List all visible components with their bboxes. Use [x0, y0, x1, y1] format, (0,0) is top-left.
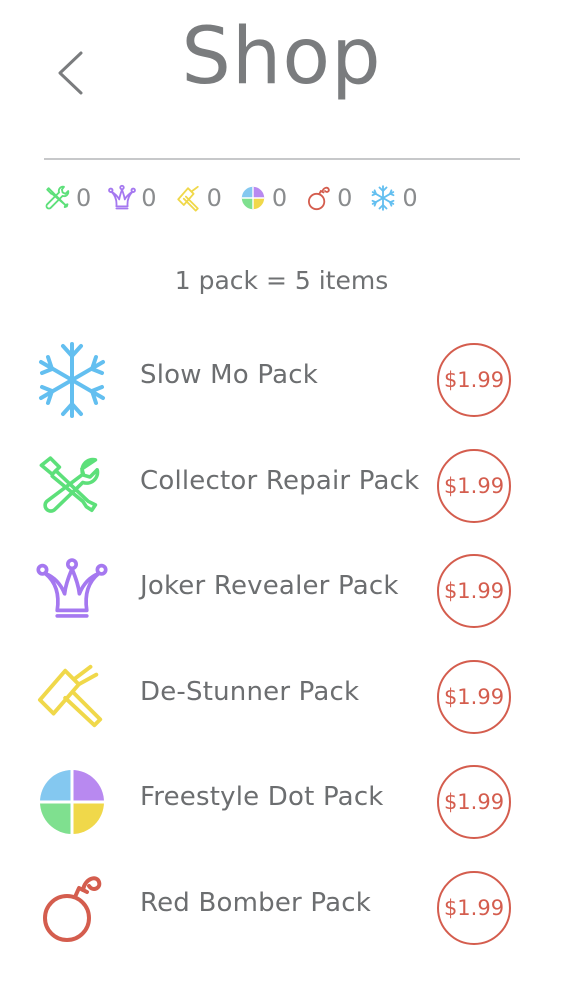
inventory-count: 0 — [402, 184, 418, 212]
pack-row-freestyle-dot: Freestyle Dot Pack $1.99 — [0, 752, 563, 858]
snowflake-icon — [36, 340, 108, 420]
pack-row-de-stunner: De-Stunner Pack $1.99 — [0, 647, 563, 753]
inventory-item-freestyle: 0 — [238, 183, 287, 213]
buy-freestyle-dot-button[interactable]: $1.99 — [437, 765, 511, 839]
buy-red-bomber-button[interactable]: $1.99 — [437, 870, 511, 945]
inventory-item-slowmo: 0 — [368, 183, 418, 213]
wrench-screwdriver-icon — [36, 446, 108, 526]
inventory-item-destunner: 0 — [173, 183, 222, 213]
pack-list: Slow Mo Pack $1.99 Collector Repair Pack… — [0, 330, 563, 963]
hammer-icon — [173, 183, 203, 213]
pack-name: Joker Revealer Pack — [140, 571, 399, 601]
inventory-count: 0 — [206, 184, 222, 212]
buy-collector-repair-button[interactable]: $1.99 — [437, 448, 511, 523]
pack-row-joker-revealer: Joker Revealer Pack $1.99 — [0, 541, 563, 647]
inventory-item-bomber: 0 — [303, 183, 352, 213]
wrench-screwdriver-icon — [42, 183, 72, 213]
page-title: Shop — [181, 12, 382, 102]
pack-name: De-Stunner Pack — [140, 676, 360, 707]
pack-name: Freestyle Dot Pack — [140, 782, 384, 812]
pack-note: 1 pack = 5 items — [174, 266, 389, 295]
color-dot-icon — [238, 183, 268, 213]
bomb-icon — [36, 868, 108, 948]
jester-hat-icon — [107, 183, 137, 213]
inventory-item-repair: 0 — [42, 183, 91, 213]
pack-row-slow-mo: Slow Mo Pack $1.99 — [0, 330, 563, 436]
inventory-count: 0 — [271, 184, 288, 212]
buy-slow-mo-button[interactable]: $1.99 — [437, 343, 511, 417]
inventory-bar: 0 0 0 0 0 0 — [42, 180, 522, 216]
shop-screen: Shop 0 0 0 0 0 0 1 pack = 5 items Slow M… — [0, 0, 563, 1000]
pack-name: Collector Repair Pack — [140, 465, 420, 496]
pack-row-collector-repair: Collector Repair Pack $1.99 — [0, 436, 563, 542]
buy-joker-revealer-button[interactable]: $1.99 — [437, 554, 511, 628]
hammer-icon — [36, 657, 108, 737]
inventory-count: 0 — [76, 184, 92, 212]
snowflake-icon — [368, 183, 398, 213]
inventory-item-joker: 0 — [107, 183, 157, 213]
inventory-count: 0 — [141, 184, 157, 212]
jester-hat-icon — [36, 551, 108, 631]
pack-name: Red Bomber Pack — [140, 887, 371, 918]
pack-name: Slow Mo Pack — [140, 360, 318, 390]
color-dot-icon — [36, 762, 108, 842]
buy-de-stunner-button[interactable]: $1.99 — [437, 659, 511, 734]
bomb-icon — [303, 183, 333, 213]
inventory-count: 0 — [337, 184, 353, 212]
divider — [44, 158, 520, 160]
pack-row-red-bomber: Red Bomber Pack $1.99 — [0, 858, 563, 964]
